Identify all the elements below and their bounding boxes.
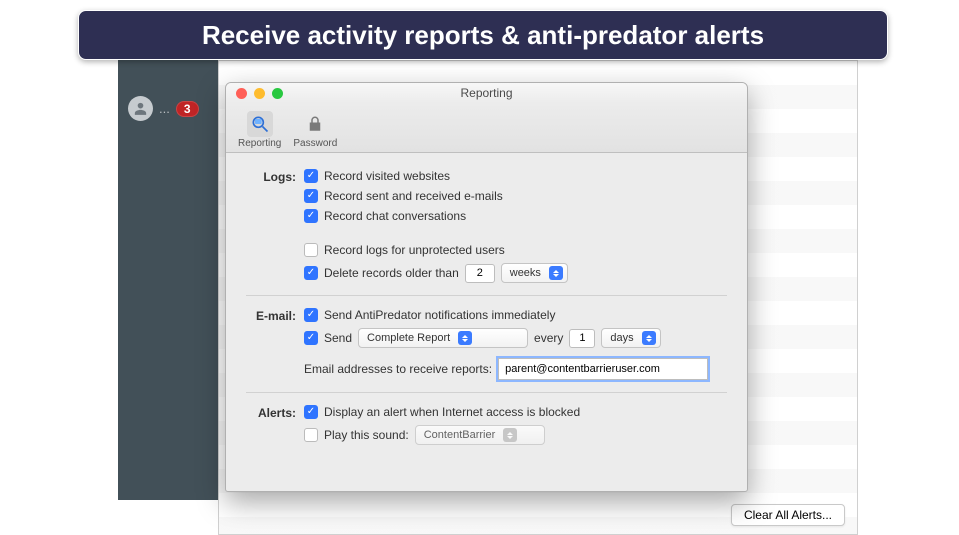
checkbox-on-icon[interactable] [304,189,318,203]
email-addresses-input[interactable] [498,358,708,380]
record-chat-row[interactable]: Record chat conversations [304,209,727,223]
checkbox-on-icon[interactable] [304,331,318,345]
every-value-input[interactable] [569,329,595,348]
stepper-icon [458,331,472,345]
every-unit-select[interactable]: days [601,328,660,348]
tab-reporting[interactable]: Reporting [238,111,281,149]
every-unit-value: days [610,332,633,344]
sound-select[interactable]: ContentBarrier [415,425,545,445]
report-type-value: Complete Report [367,332,450,344]
delete-unit-value: weeks [510,267,541,279]
checkbox-on-icon[interactable] [304,405,318,419]
headline-banner: Receive activity reports & anti-predator… [78,10,888,60]
email-addr-row: Email addresses to receive reports: [304,358,727,380]
avatar-icon [128,96,153,121]
antipredator-label: Send AntiPredator notifications immediat… [324,308,555,322]
report-type-select[interactable]: Complete Report [358,328,528,348]
section-label-email: E-mail: [246,308,304,323]
stepper-icon [503,428,517,442]
send-label: Send [324,331,352,345]
email-addr-label: Email addresses to receive reports: [304,362,492,376]
send-report-row: Send Complete Report every days [304,328,727,348]
clear-all-alerts-button[interactable]: Clear All Alerts... [731,504,845,526]
play-sound-label: Play this sound: [324,428,409,442]
tab-reporting-label: Reporting [238,138,281,149]
sound-value: ContentBarrier [424,429,496,441]
section-label-alerts: Alerts: [246,405,304,420]
checkbox-on-icon[interactable] [304,308,318,322]
checkbox-on-icon[interactable] [304,209,318,223]
stepper-icon [642,331,656,345]
record-unprotected-row[interactable]: Record logs for unprotected users [304,243,727,257]
delete-value-input[interactable] [465,264,495,283]
section-label-logs: Logs: [246,169,304,184]
user-sidebar: ... 3 [118,60,218,500]
titlebar: Reporting [226,83,747,103]
record-websites-label: Record visited websites [324,169,450,183]
display-alert-row[interactable]: Display an alert when Internet access is… [304,405,727,419]
checkbox-off-icon[interactable] [304,243,318,257]
play-sound-row: Play this sound: ContentBarrier [304,425,727,445]
delete-older-label: Delete records older than [324,266,459,280]
display-alert-label: Display an alert when Internet access is… [324,405,580,419]
toolbar: Reporting Password [226,103,747,153]
record-emails-row[interactable]: Record sent and received e-mails [304,189,727,203]
record-websites-row[interactable]: Record visited websites [304,169,727,183]
checkbox-on-icon[interactable] [304,169,318,183]
reporting-preferences-window: Reporting Reporting Password Logs: Recor… [225,82,748,492]
user-ellipsis: ... [159,101,170,116]
tab-password[interactable]: Password [293,111,337,149]
delete-unit-select[interactable]: weeks [501,263,568,283]
record-chat-label: Record chat conversations [324,209,466,223]
record-unprotected-label: Record logs for unprotected users [324,243,505,257]
antipredator-row[interactable]: Send AntiPredator notifications immediat… [304,308,727,322]
delete-older-row: Delete records older than weeks [304,263,727,283]
alert-badge: 3 [176,101,199,117]
lock-icon [302,111,328,137]
reporting-icon [247,111,273,137]
stepper-icon [549,266,563,280]
window-title: Reporting [226,86,747,100]
checkbox-off-icon[interactable] [304,428,318,442]
record-emails-label: Record sent and received e-mails [324,189,503,203]
every-label: every [534,331,563,345]
sidebar-user-row[interactable]: ... 3 [118,88,218,129]
checkbox-on-icon[interactable] [304,266,318,280]
tab-password-label: Password [293,138,337,149]
